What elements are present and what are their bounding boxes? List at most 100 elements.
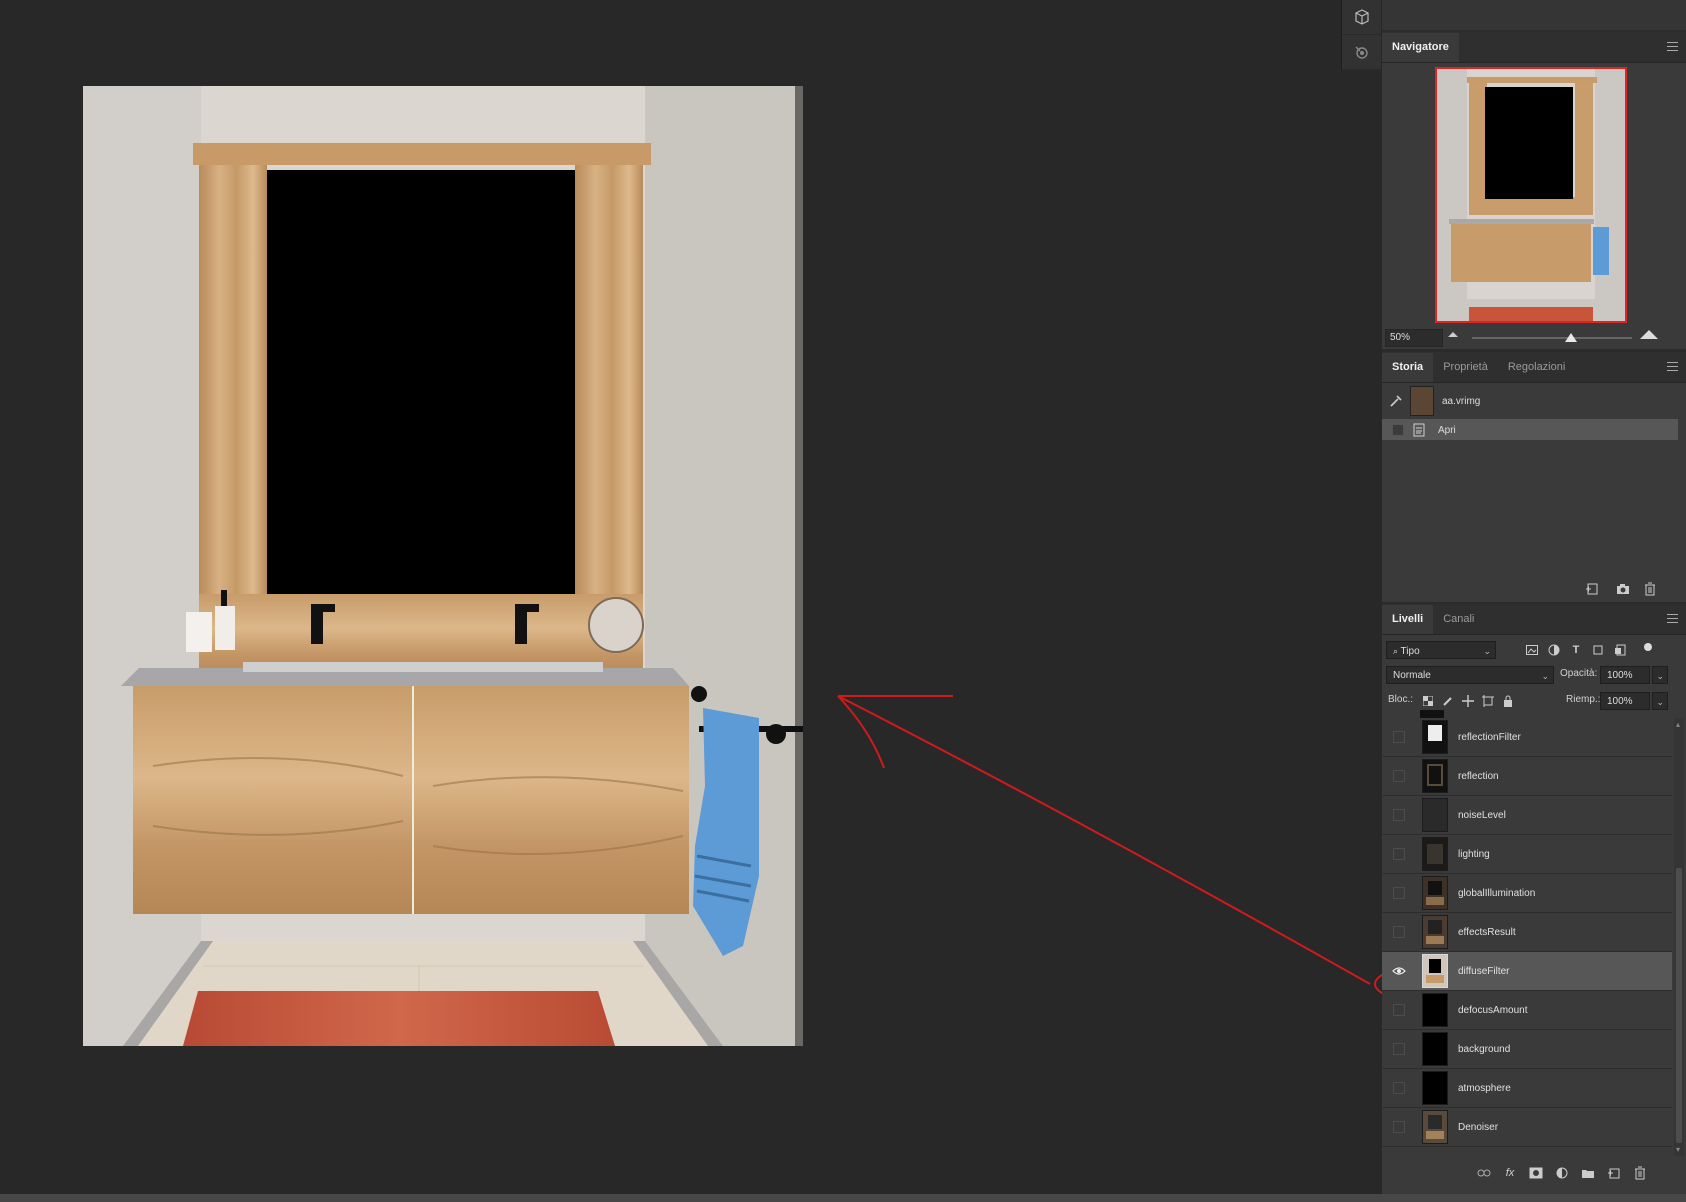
lock-label: Bloc.: — [1388, 694, 1414, 705]
blend-mode-select[interactable]: Normale ⌄ — [1386, 666, 1554, 684]
lock-artboard-icon[interactable] — [1480, 693, 1496, 709]
tab-layers[interactable]: Livelli — [1382, 605, 1434, 634]
visibility-off-box — [1393, 926, 1405, 938]
layer-visibility-toggle[interactable] — [1390, 1082, 1408, 1094]
history-step[interactable]: Apri — [1382, 419, 1678, 441]
layer-visibility-toggle[interactable] — [1390, 848, 1408, 860]
search-icon: ⌕ — [1393, 646, 1401, 656]
layer-name: reflectionFilter — [1458, 731, 1521, 743]
navigator-tabbar: Navigatore — [1382, 32, 1686, 63]
layer-visibility-toggle[interactable] — [1390, 809, 1408, 821]
navigator-preview[interactable] — [1435, 67, 1627, 323]
camera-icon[interactable] — [1615, 581, 1631, 597]
layer-filter-select[interactable]: ⌕ Tipo ⌄ — [1386, 641, 1496, 659]
zoom-slider-track[interactable] — [1472, 337, 1632, 339]
adjustment-layer-icon[interactable] — [1554, 1165, 1570, 1181]
layer-row[interactable]: noiseLevel — [1382, 796, 1672, 835]
link-layers-icon[interactable] — [1476, 1165, 1492, 1181]
visibility-off-box — [1393, 1082, 1405, 1094]
layer-visibility-toggle[interactable] — [1390, 731, 1408, 743]
layer-filter-row: ⌕ Tipo ⌄ T — [1382, 637, 1686, 663]
layers-footer: fx — [1382, 1160, 1686, 1186]
lock-position-move-icon[interactable] — [1460, 693, 1476, 709]
tab-properties[interactable]: Proprietà — [1433, 353, 1498, 382]
lock-image-brush-icon[interactable] — [1440, 693, 1456, 709]
eye-icon[interactable] — [1390, 965, 1408, 977]
opacity-label: Opacità: — [1560, 668, 1598, 679]
tab-adjustments[interactable]: Regolazioni — [1498, 353, 1575, 382]
new-layer-icon[interactable] — [1606, 1165, 1622, 1181]
scroll-up-arrow-icon[interactable]: ▴ — [1676, 720, 1680, 729]
scroll-down-arrow-icon[interactable]: ▾ — [1676, 1145, 1680, 1154]
layers-scrollbar[interactable]: ▴ ▾ — [1674, 718, 1684, 1156]
layer-row[interactable]: Denoiser — [1382, 1108, 1672, 1147]
filter-type-icon[interactable]: T — [1568, 642, 1584, 658]
trash-icon[interactable] — [1632, 1165, 1648, 1181]
folder-icon[interactable] — [1580, 1165, 1596, 1181]
layer-visibility-toggle[interactable] — [1390, 770, 1408, 782]
zoom-level-field[interactable]: 50% — [1385, 329, 1443, 347]
layer-visibility-toggle[interactable] — [1390, 887, 1408, 899]
layers-panel: Livelli Canali ⌕ Tipo ⌄ T Normale ⌄ Opacit… — [1382, 604, 1686, 1202]
layer-thumbnail — [1422, 1110, 1448, 1144]
filter-toggle-icon[interactable] — [1644, 643, 1652, 651]
gear-adjust-icon[interactable] — [1342, 35, 1381, 70]
layer-row[interactable]: lighting — [1382, 835, 1672, 874]
filter-pixel-icon[interactable] — [1524, 642, 1540, 658]
new-document-icon[interactable] — [1584, 581, 1600, 597]
layer-visibility-toggle[interactable] — [1390, 1121, 1408, 1133]
opacity-field[interactable]: 100% — [1600, 666, 1650, 684]
filter-smart-object-icon[interactable] — [1612, 642, 1628, 658]
layer-row[interactable]: defocusAmount — [1382, 991, 1672, 1030]
layer-row[interactable]: reflection — [1382, 757, 1672, 796]
layer-row[interactable]: background — [1382, 1030, 1672, 1069]
fill-dropdown[interactable]: ⌄ — [1652, 692, 1668, 710]
layer-mask-icon[interactable] — [1528, 1165, 1544, 1181]
panel-menu-icon[interactable] — [1667, 42, 1678, 51]
history-snapshot[interactable]: aa.vrimg — [1382, 384, 1678, 418]
snapshot-label: aa.vrimg — [1442, 395, 1481, 407]
zoom-slider-handle[interactable] — [1565, 333, 1578, 342]
layer-visibility-toggle[interactable] — [1390, 926, 1408, 938]
layer-visibility-toggle[interactable] — [1390, 1004, 1408, 1016]
history-panel: Storia Proprietà Regolazioni aa.vrimg Ap… — [1382, 352, 1686, 602]
scrollbar-thumb[interactable] — [1676, 868, 1682, 1143]
document-image[interactable] — [83, 86, 803, 1046]
fill-field[interactable]: 100% — [1600, 692, 1650, 710]
history-step-checkbox[interactable] — [1392, 424, 1404, 436]
opacity-dropdown[interactable]: ⌄ — [1652, 666, 1668, 684]
navigator-zoom-row: 50% — [1382, 326, 1686, 348]
layer-name: lighting — [1458, 848, 1490, 860]
layer-name: effectsResult — [1458, 926, 1516, 938]
layer-row[interactable]: atmosphere — [1382, 1069, 1672, 1108]
history-tabbar: Storia Proprietà Regolazioni — [1382, 352, 1686, 383]
filter-adjustment-icon[interactable] — [1546, 642, 1562, 658]
document-canvas-area[interactable] — [0, 0, 1676, 1202]
panel-menu-icon[interactable] — [1667, 614, 1678, 623]
zoom-out-icon[interactable] — [1448, 332, 1458, 337]
tab-navigator[interactable]: Navigatore — [1382, 33, 1459, 62]
3d-cube-icon[interactable] — [1342, 0, 1381, 35]
layer-thumbnail — [1422, 954, 1448, 988]
layer-thumbnail — [1422, 876, 1448, 910]
zoom-in-icon[interactable] — [1640, 330, 1658, 339]
trash-icon[interactable] — [1642, 581, 1658, 597]
history-brush-icon[interactable] — [1388, 393, 1404, 409]
lock-transparent-icon[interactable] — [1420, 693, 1436, 709]
fill-value: 100% — [1607, 696, 1633, 707]
fx-effects-icon[interactable]: fx — [1502, 1165, 1518, 1181]
lock-all-padlock-icon[interactable] — [1500, 693, 1516, 709]
fill-label: Riemp.: — [1566, 694, 1601, 705]
layer-row-selected[interactable]: diffuseFilter — [1382, 952, 1672, 991]
tab-channels[interactable]: Canali — [1433, 605, 1484, 634]
layer-row[interactable]: globalIllumination — [1382, 874, 1672, 913]
layer-visibility-toggle[interactable] — [1390, 1043, 1408, 1055]
panel-menu-icon[interactable] — [1667, 362, 1678, 371]
layer-list[interactable]: reflectionFilter reflection noiseLevel l… — [1382, 718, 1672, 1156]
layer-thumbnail — [1422, 915, 1448, 949]
layer-row[interactable]: effectsResult — [1382, 913, 1672, 952]
visibility-off-box — [1393, 809, 1405, 821]
tab-history[interactable]: Storia — [1382, 353, 1434, 382]
layer-row[interactable]: reflectionFilter — [1382, 718, 1672, 757]
filter-shape-icon[interactable] — [1590, 642, 1606, 658]
